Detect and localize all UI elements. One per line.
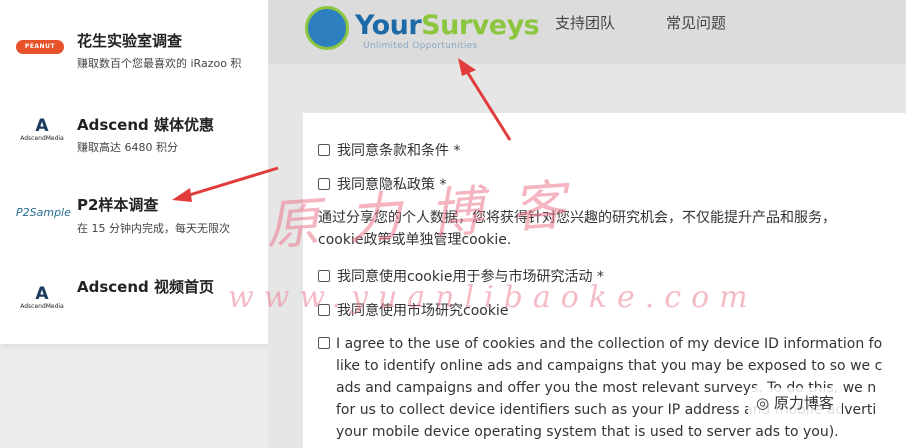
globe-icon [305,6,349,50]
adscend-media-logo: A AdscendMedia [20,284,64,311]
checkbox-box[interactable] [318,337,330,349]
checkbox-box[interactable] [318,144,330,156]
offer-title: P2样本调查 [77,196,159,214]
offer-desc: 在 15 分钟内完成，每天无限次 [77,222,230,235]
p2sample-logo: P2Sample [16,206,71,219]
site-header: YourSurveys Unlimited Opportunities 支持团队… [268,0,906,64]
offer-title: Adscend 视频首页 [77,278,214,296]
offer-title: Adscend 媒体优惠 [77,116,214,134]
logo-tagline: Unlimited Opportunities [363,41,478,51]
offer-item-adscend-offers[interactable]: A AdscendMedia Adscend 媒体优惠 赚取高达 6480 积分 [0,112,268,162]
nav-support-link[interactable]: 支持团队 [555,12,615,33]
watermark-url: www.yuanlibaoke.com [228,280,758,315]
yoursurveys-logo[interactable]: YourSurveys Unlimited Opportunities [305,6,540,54]
wechat-icon: ◎ [756,394,774,412]
offer-title: 花生实验室调查 [77,32,183,50]
checkbox-terms[interactable]: 我同意条款和条件 * [318,140,460,160]
peanut-labs-logo: PEANUT LABS [16,40,64,64]
offer-desc: 赚取高达 6480 积分 [77,141,178,154]
offer-item-peanut-labs[interactable]: PEANUT LABS 花生实验室调查 赚取数百个您最喜欢的 iRazoo 积 [0,28,268,78]
offer-desc: 赚取数百个您最喜欢的 iRazoo 积 [77,57,242,70]
nav-faq-link[interactable]: 常见问题 [666,12,726,33]
blog-badge: ◎ 原力博客 [748,388,842,418]
offer-item-p2sample[interactable]: P2Sample P2样本调查 在 15 分钟内完成，每天无限次 [0,194,268,244]
adscend-media-logo: A AdscendMedia [20,116,64,143]
